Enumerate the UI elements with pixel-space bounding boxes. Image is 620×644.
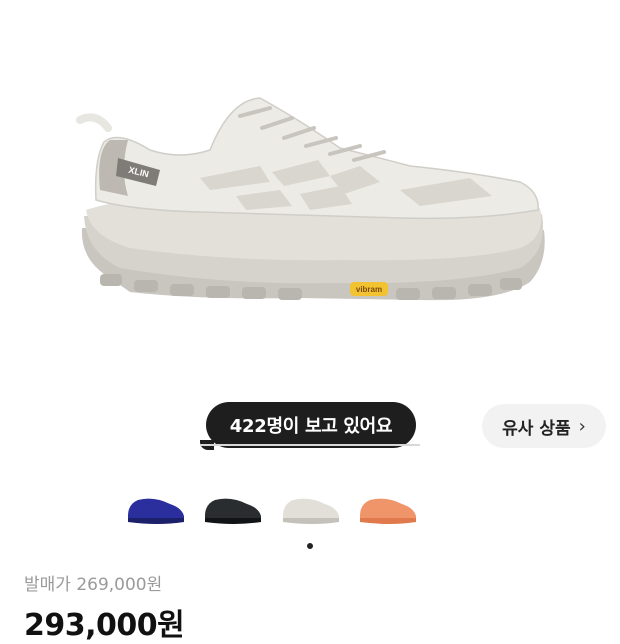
product-hero-image[interactable]: vibram XLIN [0,0,620,400]
variant-thumb-blue[interactable] [124,486,188,530]
sneaker-illustration: vibram XLIN [76,97,545,301]
variant-thumb-orange[interactable] [356,486,420,530]
viewers-count-badge: 422명이 보고 있어요 [200,402,416,450]
badge-divider [200,444,420,446]
viewers-count-label: 422명이 보고 있어요 [229,416,393,437]
variant-thumb-white[interactable] [279,486,343,530]
carousel-page-indicator [307,543,313,549]
svg-text:vibram: vibram [356,285,382,294]
release-price-label: 발매가 269,000원 [24,575,163,595]
similar-products-button[interactable]: 유사 상품 › [482,404,606,448]
variant-thumb-black[interactable] [201,486,265,530]
chevron-right-icon: › [578,415,586,437]
current-price: 293,000원 [24,608,185,643]
color-variant-thumbnails [0,486,620,530]
similar-products-label: 유사 상품 [502,418,571,439]
